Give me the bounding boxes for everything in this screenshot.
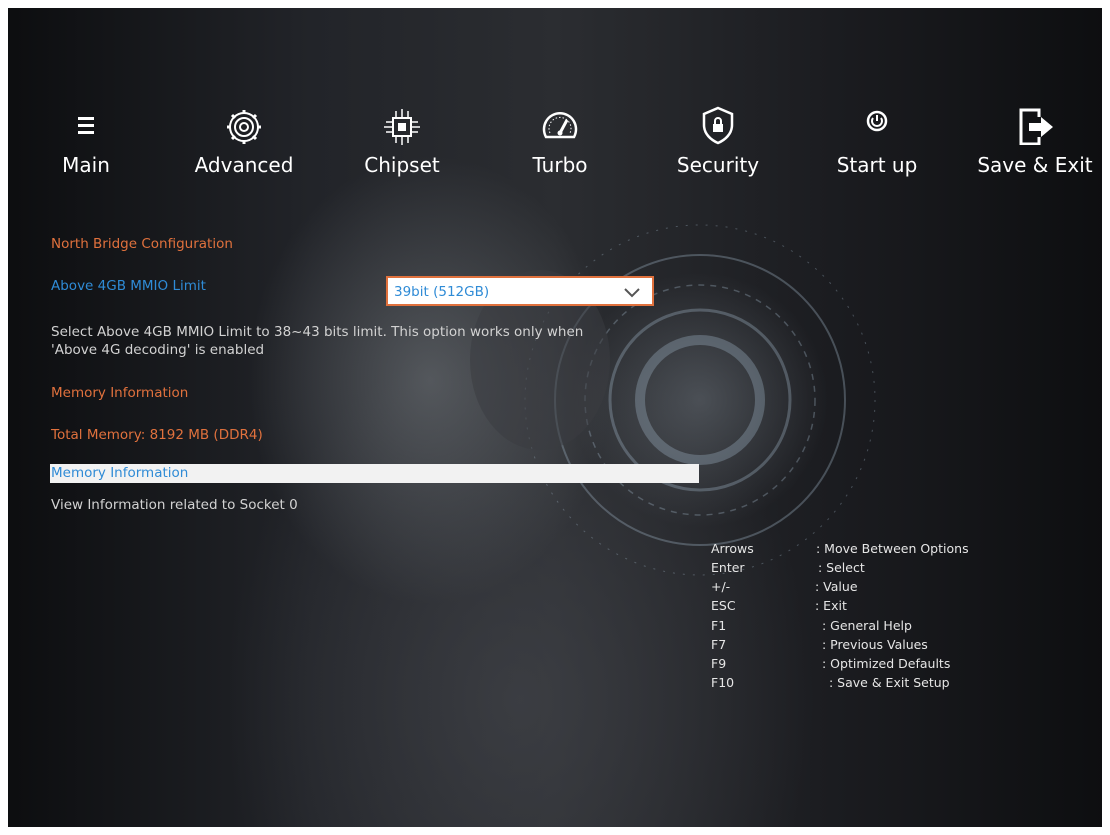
chevron-down-icon (624, 288, 640, 298)
total-memory-value: Total Memory: 8192 MB (DDR4) (51, 427, 263, 443)
help-key: ESC (711, 598, 736, 613)
tab-advanced[interactable]: Advanced (184, 95, 304, 185)
exit-icon (1019, 108, 1053, 145)
tab-label: Security (676, 153, 760, 177)
help-key: F9 (711, 656, 727, 671)
tab-label: Main (62, 153, 110, 177)
help-key: Enter (711, 560, 745, 575)
help-desc: : Select (818, 560, 865, 575)
power-icon (866, 110, 888, 132)
tab-label: Chipset (364, 153, 440, 177)
speedometer-icon (542, 112, 578, 139)
help-desc: : Save & Exit Setup (829, 675, 950, 690)
help-desc: : Previous Values (822, 637, 928, 652)
mmio-limit-dropdown[interactable]: 39bit (512GB) (386, 276, 654, 306)
help-desc: : Optimized Defaults (822, 656, 951, 671)
memory-item-help-text: View Information related to Socket 0 (51, 497, 298, 513)
tab-security[interactable]: Security (658, 95, 778, 185)
memory-information-menu-item[interactable]: Memory Information (50, 464, 699, 483)
tab-turbo[interactable]: Turbo (500, 95, 620, 185)
shield-lock-icon (702, 106, 734, 145)
key-help-panel: Arrows : Move Between Options Enter : Se… (711, 541, 1031, 701)
tab-label: Start up (836, 153, 918, 177)
help-key: F7 (711, 637, 727, 652)
help-desc: : Move Between Options (816, 541, 969, 556)
mmio-limit-value: 39bit (512GB) (394, 284, 490, 300)
memory-information-item-label: Memory Information (51, 465, 189, 481)
tab-main[interactable]: Main (26, 95, 146, 185)
mmio-help-text-line2: 'Above 4G decoding' is enabled (51, 342, 265, 358)
chip-icon (384, 109, 420, 145)
mmio-limit-label[interactable]: Above 4GB MMIO Limit (51, 278, 206, 294)
memory-information-heading: Memory Information (51, 385, 189, 401)
help-key: F1 (711, 618, 727, 633)
tab-label: Advanced (194, 153, 294, 177)
tab-label: Turbo (532, 153, 588, 177)
tab-startup[interactable]: Start up (817, 95, 937, 185)
section-title: North Bridge Configuration (51, 236, 233, 252)
help-desc: : Value (815, 579, 858, 594)
help-desc: : Exit (815, 598, 847, 613)
help-key: Arrows (711, 541, 754, 556)
tab-save-exit[interactable]: Save & Exit (975, 95, 1095, 185)
top-menu-bar: Main Advanced Chipset Turbo Security Sta… (0, 95, 1110, 195)
help-key: +/- (711, 579, 731, 594)
tab-chipset[interactable]: Chipset (342, 95, 462, 185)
gear-icon (227, 110, 261, 144)
help-desc: : General Help (822, 618, 912, 633)
tab-label: Save & Exit (977, 153, 1093, 177)
mmio-help-text-line1: Select Above 4GB MMIO Limit to 38~43 bit… (51, 324, 584, 340)
help-key: F10 (711, 675, 735, 690)
menu-icon (78, 117, 94, 134)
